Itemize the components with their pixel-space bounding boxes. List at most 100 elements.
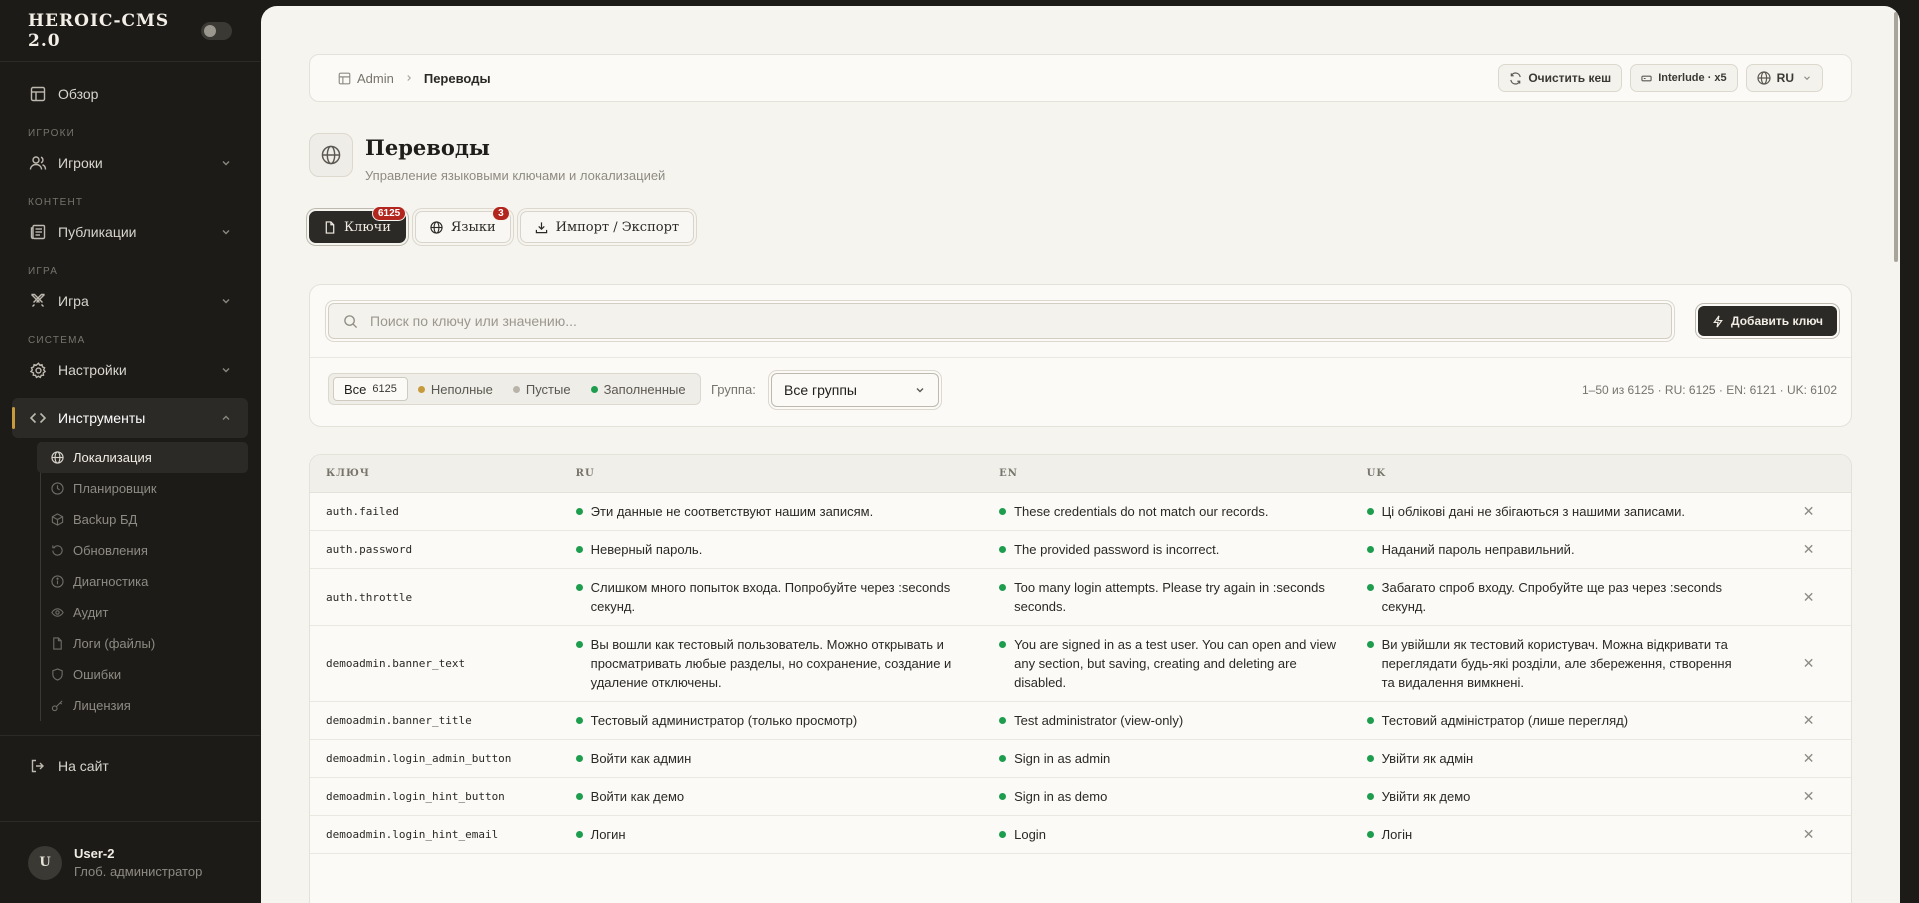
status-dot bbox=[575, 546, 583, 553]
sidebar-subitem-updates[interactable]: Обновления bbox=[41, 535, 248, 566]
filter-filled[interactable]: Заполненные bbox=[581, 377, 696, 401]
uk-cell[interactable]: Ви увійшли як тестовий користувач. Можна… bbox=[1366, 626, 1766, 701]
filter-incomplete[interactable]: Неполные bbox=[408, 377, 503, 401]
filter-all[interactable]: Все 6125 bbox=[333, 377, 408, 401]
en-cell[interactable]: The provided password is incorrect. bbox=[999, 531, 1367, 568]
sidebar-item-publications[interactable]: Публикации bbox=[0, 212, 260, 252]
sidebar-item-overview[interactable]: Обзор bbox=[0, 74, 260, 114]
en-cell[interactable]: Login bbox=[999, 816, 1367, 853]
filter-empty[interactable]: Пустые bbox=[503, 377, 581, 401]
filter-label: Все bbox=[344, 381, 367, 397]
theme-toggle[interactable] bbox=[201, 21, 232, 40]
en-cell[interactable]: These credentials do not match our recor… bbox=[999, 493, 1367, 530]
uk-value: Тестовий адміністратор (лише перегляд) bbox=[1381, 713, 1629, 728]
tab-label: Языки bbox=[450, 219, 496, 235]
en-cell[interactable]: Test administrator (view-only) bbox=[999, 702, 1367, 739]
ru-cell[interactable]: Войти как админ bbox=[575, 740, 999, 777]
server-selector[interactable]: Interlude · x5 bbox=[1630, 64, 1738, 92]
en-cell[interactable]: You are signed in as a test user. You ca… bbox=[999, 626, 1367, 701]
ru-cell[interactable]: Слишком много попыток входа. Попробуйте … bbox=[575, 569, 999, 625]
en-cell[interactable]: Too many login attempts. Please try agai… bbox=[999, 569, 1367, 625]
nav-section-game: ИГРА bbox=[28, 266, 59, 277]
sidebar-item-label: Публикации bbox=[58, 224, 137, 240]
sidebar-subitem-logs[interactable]: Логи (файлы) bbox=[41, 628, 248, 659]
add-key-button[interactable]: Добавить ключ bbox=[1698, 306, 1837, 336]
tab-languages[interactable]: Языки 3 bbox=[414, 206, 511, 243]
uk-cell[interactable]: Логін bbox=[1366, 816, 1766, 853]
uk-value: Увійти як адмін bbox=[1381, 751, 1474, 766]
uk-cell[interactable]: Забагато спроб входу. Спробуйте ще раз ч… bbox=[1366, 569, 1766, 625]
uk-cell[interactable]: Увійти як адмін bbox=[1366, 740, 1766, 777]
group-select[interactable]: Все группы bbox=[771, 373, 939, 407]
sidebar-subitem-localization[interactable]: Локализация bbox=[37, 442, 248, 473]
clear-cache-label: Очистить кеш bbox=[1528, 71, 1612, 85]
table-row[interactable]: demoadmin.banner_text Вы вошли как тесто… bbox=[310, 626, 1851, 702]
add-key-label: Добавить ключ bbox=[1731, 314, 1823, 328]
tab-import-export[interactable]: Импорт / Экспорт bbox=[519, 211, 695, 243]
delete-icon[interactable]: ✕ bbox=[1766, 826, 1851, 843]
ru-cell[interactable]: Вы вошли как тестовый пользователь. Можн… bbox=[575, 626, 999, 701]
sidebar-item-game[interactable]: Игра bbox=[0, 281, 260, 321]
ru-cell[interactable]: Неверный пароль. bbox=[575, 531, 999, 568]
ru-cell[interactable]: Тестовый администратор (только просмотр) bbox=[575, 702, 999, 739]
delete-icon[interactable]: ✕ bbox=[1766, 503, 1851, 520]
layout-icon bbox=[338, 72, 351, 85]
delete-icon[interactable]: ✕ bbox=[1766, 655, 1851, 672]
uk-cell[interactable]: Ці облікові дані не збігаються з нашими … bbox=[1366, 493, 1766, 530]
sidebar-item-tools[interactable]: Инструменты bbox=[12, 398, 248, 438]
table-row[interactable]: demoadmin.login_hint_email Логин Login Л… bbox=[310, 816, 1851, 854]
sidebar-subitem-diagnostics[interactable]: Диагностика bbox=[41, 566, 248, 597]
status-dot bbox=[1366, 641, 1374, 648]
table-row[interactable]: auth.failed Эти данные не соответствуют … bbox=[310, 493, 1851, 531]
language-selector[interactable]: RU bbox=[1745, 64, 1823, 92]
sidebar-subitem-scheduler[interactable]: Планировщик bbox=[41, 473, 248, 504]
key-cell: demoadmin.login_hint_button bbox=[326, 790, 505, 803]
en-cell[interactable]: Sign in as demo bbox=[999, 778, 1367, 815]
sidebar-subitem-errors[interactable]: Ошибки bbox=[41, 659, 248, 690]
table-row[interactable]: auth.password Неверный пароль. The provi… bbox=[310, 531, 1851, 569]
tab-keys[interactable]: Ключи 6125 bbox=[309, 206, 407, 243]
box-icon bbox=[51, 513, 65, 527]
uk-cell[interactable]: Наданий пароль неправильний. bbox=[1366, 531, 1766, 568]
status-dot bbox=[1366, 508, 1374, 515]
search-input[interactable] bbox=[370, 313, 1657, 329]
column-header-ru: RU bbox=[575, 468, 595, 479]
en-cell[interactable]: Sign in as admin bbox=[999, 740, 1367, 777]
sidebar-item-players[interactable]: Игроки bbox=[0, 143, 260, 183]
ru-cell[interactable]: Эти данные не соответствуют нашим запися… bbox=[575, 493, 999, 530]
ru-cell[interactable]: Войти как демо bbox=[575, 778, 999, 815]
status-dot bbox=[575, 717, 583, 724]
info-icon bbox=[51, 575, 65, 589]
server-label: Interlude · x5 bbox=[1658, 72, 1727, 84]
delete-icon[interactable]: ✕ bbox=[1766, 712, 1851, 729]
ru-cell[interactable]: Логин bbox=[575, 816, 999, 853]
table-row[interactable]: auth.throttle Слишком много попыток вход… bbox=[310, 569, 1851, 626]
user-profile[interactable]: U User-2 Глоб. администратор bbox=[0, 821, 260, 903]
status-dot bbox=[1366, 793, 1374, 800]
ru-value: Эти данные не соответствуют нашим запися… bbox=[590, 504, 874, 519]
table-row[interactable]: demoadmin.login_admin_button Войти как а… bbox=[310, 740, 1851, 778]
delete-icon[interactable]: ✕ bbox=[1766, 788, 1851, 805]
table-row[interactable]: demoadmin.login_hint_button Войти как де… bbox=[310, 778, 1851, 816]
delete-icon[interactable]: ✕ bbox=[1766, 541, 1851, 558]
sidebar-item-label: На сайт bbox=[58, 758, 109, 774]
uk-cell[interactable]: Увійти як демо bbox=[1366, 778, 1766, 815]
chevron-down-icon bbox=[220, 225, 232, 241]
clear-cache-button[interactable]: Очистить кеш bbox=[1498, 64, 1623, 92]
sidebar-item-to-site[interactable]: На сайт bbox=[0, 746, 260, 786]
sidebar-subitem-backup[interactable]: Backup БД bbox=[41, 504, 248, 535]
delete-icon[interactable]: ✕ bbox=[1766, 750, 1851, 767]
scrollbar[interactable] bbox=[1892, 12, 1900, 267]
en-value: Sign in as admin bbox=[1014, 751, 1111, 766]
ru-value: Войти как админ bbox=[590, 751, 692, 766]
delete-icon[interactable]: ✕ bbox=[1766, 589, 1851, 606]
breadcrumb-root[interactable]: Admin bbox=[357, 71, 394, 86]
sidebar-subitem-label: Backup БД bbox=[73, 512, 138, 527]
uk-cell[interactable]: Тестовий адміністратор (лише перегляд) bbox=[1366, 702, 1766, 739]
sidebar-subitem-license[interactable]: Лицензия bbox=[41, 690, 248, 721]
table-row[interactable]: demoadmin.banner_title Тестовый админист… bbox=[310, 702, 1851, 740]
sidebar-subitem-audit[interactable]: Аудит bbox=[41, 597, 248, 628]
sidebar-item-settings[interactable]: Настройки bbox=[0, 350, 260, 390]
newspaper-icon bbox=[28, 222, 48, 242]
language-label: RU bbox=[1776, 71, 1794, 85]
